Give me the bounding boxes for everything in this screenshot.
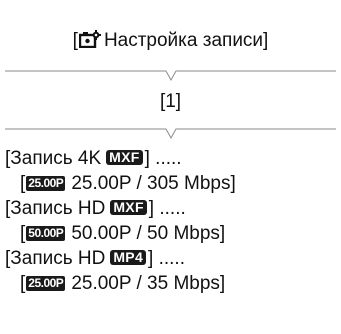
recording-settings-list: [Запись 4K MXF] ..... [25.00P 25.00P / 305… (5, 146, 340, 296)
setting-value: 25.00P / 35 Mbps] (71, 273, 226, 294)
mxf-format-badge: MXF (106, 150, 143, 165)
frame-rate-badge: 25.00P (26, 176, 66, 191)
submenu-arrow-separator (5, 128, 336, 140)
menu-title-close-bracket: ] (263, 30, 269, 51)
setting-name: [Запись HD (5, 248, 106, 269)
setting-value-4k-mxf: [25.00P 25.00P / 305 Mbps] (5, 171, 340, 196)
setting-name: [Запись HD (5, 198, 106, 219)
frame-rate-badge: 50.00P (26, 226, 66, 241)
setting-dots: ] ..... (148, 198, 186, 219)
setting-label-hd-mp4: [Запись HD MP4] ..... (5, 246, 340, 271)
menu-title: [ Настройка записи] (0, 30, 341, 54)
frame-rate-badge: 25.00P (26, 276, 66, 291)
setting-label-4k-mxf: [Запись 4K MXF] ..... (5, 146, 340, 171)
menu-path-page: [ Настройка записи] [1] [Запись 4K MXF] .… (0, 0, 341, 334)
setting-value: 25.00P / 305 Mbps] (71, 173, 236, 194)
value-open-bracket: [ (20, 173, 26, 194)
setting-dots: ] ..... (148, 248, 185, 269)
setting-value: 50.00P / 50 Mbps] (71, 223, 226, 244)
mxf-format-badge: MXF (110, 200, 147, 215)
setting-label-hd-mxf: [Запись HD MXF] ..... (5, 196, 340, 221)
value-open-bracket: [ (20, 223, 26, 244)
camera-settings-icon (78, 30, 101, 54)
setting-value-hd-mp4: [25.00P 25.00P / 35 Mbps] (5, 271, 340, 296)
menu-title-text: Настройка записи (103, 30, 264, 51)
menu-path-arrow-separator (5, 70, 336, 82)
mp4-format-badge: MP4 (110, 250, 147, 265)
menu-title-open-bracket: [ (72, 30, 78, 51)
value-open-bracket: [ (20, 273, 26, 294)
setting-name: [Запись 4K (5, 148, 102, 169)
setting-dots: ] ..... (144, 148, 182, 169)
submenu-label: [1] (159, 91, 182, 112)
setting-value-hd-mxf: [50.00P 50.00P / 50 Mbps] (5, 221, 340, 246)
